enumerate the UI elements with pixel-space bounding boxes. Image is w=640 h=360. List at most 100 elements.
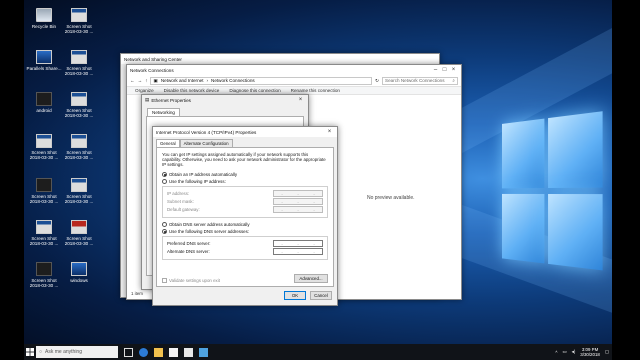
store-icon[interactable]: [169, 347, 178, 357]
default-gateway-input[interactable]: ...: [273, 206, 323, 214]
radio-selected-icon: [162, 171, 167, 177]
notifications-icon[interactable]: ▢: [605, 349, 609, 355]
maximize-button[interactable]: □: [440, 66, 449, 74]
desktop-icon-label: Screen Shot 2018-03-30 ...: [64, 66, 94, 76]
chevron-right-icon: ›: [206, 78, 209, 83]
ip-address-input[interactable]: ...: [273, 190, 323, 198]
window-title: Network Connections: [130, 67, 174, 73]
title-bar[interactable]: Internet Protocol Version 4 (TCP/IPv4) P…: [153, 127, 337, 137]
edge-icon[interactable]: [139, 347, 148, 357]
field-label: Alternate DNS server:: [167, 249, 210, 255]
checkbox-icon: [162, 278, 167, 283]
desktop-icon[interactable]: Screen Shot 2018-03-30 ...: [61, 92, 97, 118]
tab-alternate-configuration[interactable]: Alternate Configuration: [179, 139, 233, 147]
file-icon: [36, 178, 52, 192]
search-icon: ○: [39, 349, 43, 355]
file-icon: [71, 262, 87, 276]
window-title: Network and Sharing Center: [124, 56, 182, 62]
desktop-icon[interactable]: windows: [61, 262, 97, 283]
desktop-icon[interactable]: Screen Shot 2018-03-30 ...: [61, 134, 97, 160]
desktop-icon-label: Screen Shot 2018-03-30 ...: [64, 194, 94, 204]
system-tray: ^ ▭ ◂) 3:09 PM 3/30/2018 ▢: [555, 347, 612, 357]
control-panel-icon[interactable]: [199, 347, 208, 357]
file-icon: [36, 220, 52, 234]
obtain-ip-auto-radio[interactable]: Obtain an IP address automatically: [162, 171, 328, 177]
desktop-icon[interactable]: Screen Shot 2018-03-30 ...: [61, 50, 97, 76]
breadcrumb[interactable]: ▣ Network and Internet › Network Connect…: [150, 76, 373, 85]
desktop-icon[interactable]: Screen Shot 2018-03-30 ...: [61, 178, 97, 204]
desktop-icon-label: Parallels Share...: [26, 66, 62, 71]
chevron-up-icon[interactable]: ^: [555, 350, 557, 355]
alternate-dns-input[interactable]: ...: [273, 248, 323, 256]
close-button[interactable]: ×: [296, 96, 305, 104]
title-bar[interactable]: Network Connections – □ ×: [127, 65, 461, 75]
start-button[interactable]: [24, 344, 36, 360]
desktop-icon-label: Screen Shot 2018-03-30 ...: [64, 236, 94, 246]
desktop-icon-label: Screen Shot 2018-03-30 ...: [64, 108, 94, 118]
use-following-ip-radio[interactable]: Use the following IP address:: [162, 178, 328, 184]
desktop-icon[interactable]: Screen Shot 2018-03-30 ...: [26, 262, 62, 288]
radio-unselected-icon: [162, 178, 167, 184]
radio-unselected-icon: [162, 221, 167, 227]
address-bar: ← → ↑ ▣ Network and Internet › Network C…: [127, 75, 461, 86]
file-icon: [71, 92, 87, 106]
general-panel: You can get IP settings assigned automat…: [156, 147, 334, 287]
cancel-button[interactable]: Cancel: [310, 291, 332, 300]
search-input[interactable]: Search Network Connections ⌕: [382, 76, 458, 85]
minimize-button[interactable]: –: [431, 66, 440, 74]
close-button[interactable]: ×: [325, 128, 334, 136]
taskbar-search-input[interactable]: ○ Ask me anything: [36, 346, 118, 358]
taskbar-apps: [124, 347, 208, 357]
preferred-dns-row: Preferred DNS server: ...: [167, 240, 323, 248]
ip-address-row: IP address: ...: [167, 190, 323, 198]
ipv4-properties-dialog[interactable]: Internet Protocol Version 4 (TCP/IPv4) P…: [152, 126, 338, 306]
desktop-icon[interactable]: Screen Shot 2018-03-30 ...: [26, 178, 62, 204]
field-label: Default gateway:: [167, 207, 200, 213]
ethernet-icon: ▤: [145, 97, 150, 102]
subnet-mask-input[interactable]: ...: [273, 198, 323, 206]
tab-general[interactable]: General: [156, 139, 180, 147]
breadcrumb-item[interactable]: Network Connections: [211, 78, 255, 83]
desktop-icon-label: Screen Shot 2018-03-30 ...: [29, 278, 59, 288]
alternate-dns-row: Alternate DNS server: ...: [167, 248, 323, 256]
preferred-dns-input[interactable]: ...: [273, 240, 323, 248]
forward-icon[interactable]: →: [138, 78, 143, 83]
file-icon: [36, 92, 52, 106]
desktop-icon[interactable]: Screen Shot 2018-03-30 ...: [26, 220, 62, 246]
close-button[interactable]: ×: [449, 66, 458, 74]
mail-icon[interactable]: [184, 347, 193, 357]
desktop-icon[interactable]: Screen Shot 2018-03-30 ...: [26, 134, 62, 160]
up-icon[interactable]: ↑: [145, 78, 147, 83]
breadcrumb-item[interactable]: Network and Internet: [161, 78, 204, 83]
desktop-icon[interactable]: Parallels Share...: [26, 50, 62, 71]
refresh-icon[interactable]: ↻: [375, 78, 379, 84]
windows-start-icon: [26, 348, 34, 356]
ok-button[interactable]: OK: [284, 291, 306, 300]
use-following-dns-radio[interactable]: Use the following DNS server addresses:: [162, 228, 328, 234]
title-bar[interactable]: ▤ Ethernet Properties ×: [142, 95, 308, 105]
file-explorer-icon[interactable]: [154, 347, 163, 357]
network-icon[interactable]: ▭: [562, 349, 566, 355]
validate-settings-checkbox[interactable]: Validate settings upon exit: [162, 278, 220, 283]
clock-date: 3/30/2018: [580, 352, 600, 357]
desktop-icon[interactable]: Recycle Bin: [26, 8, 62, 29]
organize-button[interactable]: Organize: [135, 88, 154, 93]
taskbar: ○ Ask me anything ^ ▭ ◂) 3:09 PM 3/30/20…: [24, 344, 612, 360]
file-icon: [71, 178, 87, 192]
diagnose-button[interactable]: Diagnose this connection: [229, 88, 280, 93]
task-view-icon[interactable]: [124, 347, 133, 357]
advanced-button[interactable]: Advanced...: [294, 274, 328, 283]
obtain-dns-auto-radio[interactable]: Obtain DNS server address automatically: [162, 221, 328, 227]
desktop-icon[interactable]: android: [26, 92, 62, 113]
disable-device-button[interactable]: Disable this network device: [164, 88, 220, 93]
radio-label: Use the following IP address:: [169, 178, 226, 184]
desktop-icon[interactable]: Screen Shot 2018-03-30 ...: [61, 220, 97, 246]
desktop-icon[interactable]: Screen Shot 2018-03-30 ...: [61, 8, 97, 34]
rename-button[interactable]: Rename this connection: [291, 88, 340, 93]
back-icon[interactable]: ←: [130, 78, 135, 83]
volume-icon[interactable]: ◂): [572, 349, 576, 355]
title-bar[interactable]: Network and Sharing Center: [121, 54, 439, 64]
clock[interactable]: 3:09 PM 3/30/2018: [580, 347, 600, 357]
field-label: IP address:: [167, 191, 190, 197]
tab-networking[interactable]: Networking: [147, 108, 180, 116]
